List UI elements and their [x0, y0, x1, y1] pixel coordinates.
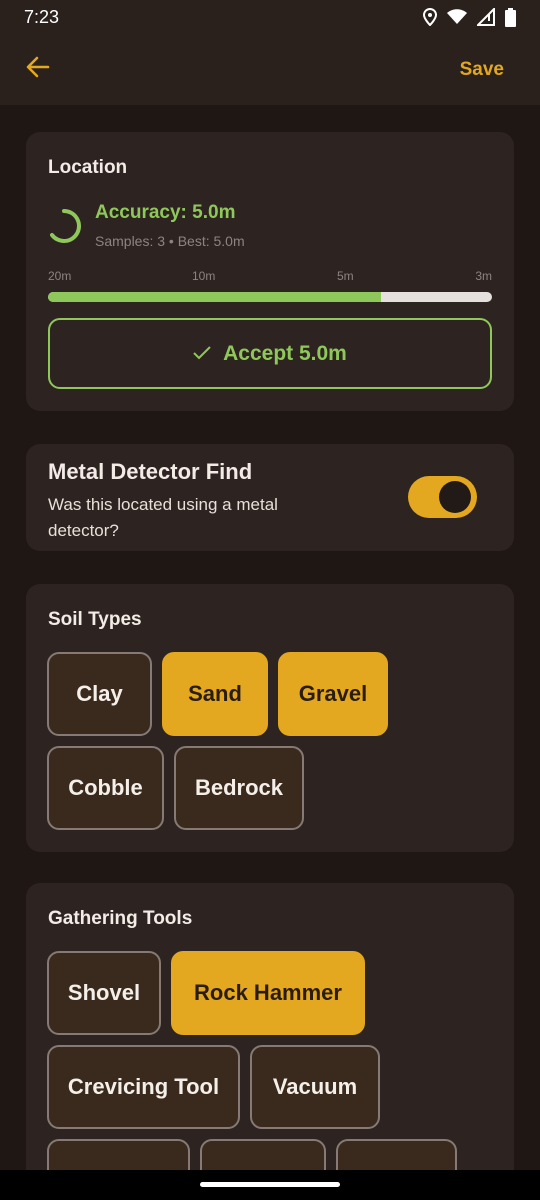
chip-partial[interactable] [200, 1139, 326, 1170]
accuracy-progress-bar [48, 292, 492, 302]
battery-icon [505, 7, 516, 27]
accept-label: Accept 5.0m [223, 341, 347, 365]
chip-partial[interactable] [47, 1139, 190, 1170]
chip-label: Rock Hammer [194, 980, 342, 1005]
metal-detector-subtitle: Was this located using a metal detector? [48, 495, 278, 540]
chip-bedrock[interactable]: Bedrock [174, 746, 304, 830]
location-title: Location [48, 157, 128, 178]
status-time: 7:23 [24, 6, 60, 27]
status-bar: 7:23 [0, 0, 540, 34]
chip-label: Cobble [68, 775, 143, 800]
chip-label: Vacuum [272, 1074, 358, 1099]
form-content[interactable]: Location Accuracy: 5.0m Samples: 3 • Bes… [26, 105, 514, 1170]
soil-types-card: Soil Types Clay Sand Gravel Cobble Bedro… [26, 584, 514, 852]
chip-label: Sand [188, 681, 242, 706]
chip-crevicing-tool[interactable]: Crevicing Tool [47, 1045, 240, 1129]
accuracy-progress-fill [48, 292, 381, 302]
app-bar: Save [0, 34, 540, 105]
metal-detector-title: Metal Detector Find [48, 459, 253, 484]
gathering-tools-card: Gathering Tools Shovel Rock Hammer Crevi… [26, 883, 514, 1170]
signal-icon [477, 8, 495, 26]
chip-cobble[interactable]: Cobble [47, 746, 164, 830]
metal-detector-card: Metal Detector Find Was this located usi… [26, 444, 514, 551]
accuracy-text: Accuracy: 5.0m [95, 202, 236, 223]
scale-label: 3m [475, 269, 492, 283]
arrow-left-icon [26, 56, 50, 83]
chip-label: Crevicing Tool [67, 1074, 220, 1099]
chip-label: Bedrock [194, 775, 284, 800]
samples-text: Samples: 3 • Best: 5.0m [95, 233, 245, 249]
chip-label: Clay [76, 681, 123, 706]
location-card: Location Accuracy: 5.0m Samples: 3 • Bes… [26, 132, 514, 411]
loading-spinner-icon [50, 209, 81, 243]
gathering-tools-title: Gathering Tools [48, 908, 193, 929]
chip-label: Shovel [67, 980, 141, 1005]
soil-types-title: Soil Types [48, 609, 142, 630]
check-icon [193, 342, 211, 366]
accuracy-scale: 20m 10m 5m 3m [48, 269, 492, 285]
chip-partial[interactable] [336, 1139, 457, 1170]
chip-clay[interactable]: Clay [47, 652, 152, 736]
metal-detector-toggle[interactable] [408, 476, 477, 518]
chip-sand[interactable]: Sand [162, 652, 268, 736]
scale-label: 10m [192, 269, 216, 283]
scale-label: 20m [48, 269, 72, 283]
chip-label: Gravel [298, 681, 368, 706]
home-gesture-handle[interactable] [200, 1182, 340, 1187]
chip-shovel[interactable]: Shovel [47, 951, 161, 1035]
toggle-knob [439, 481, 471, 513]
save-button[interactable]: Save [460, 59, 504, 81]
back-button[interactable] [24, 56, 52, 84]
location-icon [423, 8, 437, 26]
chip-gravel[interactable]: Gravel [278, 652, 388, 736]
wifi-icon [447, 9, 467, 25]
chip-rock-hammer[interactable]: Rock Hammer [171, 951, 365, 1035]
accept-location-button[interactable]: Accept 5.0m [48, 318, 492, 389]
system-nav-bar [0, 1170, 540, 1200]
chip-vacuum[interactable]: Vacuum [250, 1045, 380, 1129]
scale-label: 5m [337, 269, 354, 283]
status-icons [423, 7, 516, 27]
